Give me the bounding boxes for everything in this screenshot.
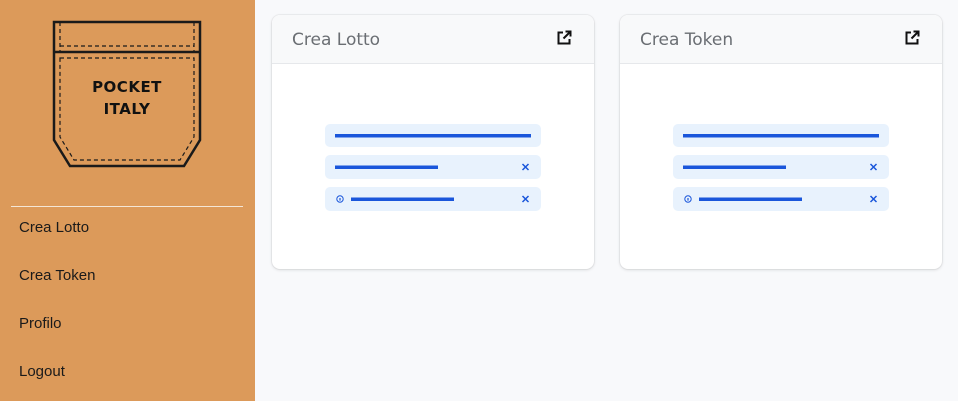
logo-line-2: ITALY [103,100,151,118]
sidebar-item-logout[interactable]: Logout [19,363,65,380]
logo-text: POCKET ITALY [52,76,202,120]
card-header: Crea Token [620,15,942,64]
external-link-icon[interactable] [556,30,572,46]
logo-line-1: POCKET [92,78,162,96]
card-crea-lotto: Crea Lotto [272,15,594,269]
sidebar-item-crea-token[interactable]: Crea Token [19,267,95,284]
external-link-icon[interactable] [904,30,920,46]
pocket-italy-logo: POCKET ITALY [52,20,202,170]
list-placeholder-illustration [673,124,889,211]
card-crea-token: Crea Token [620,15,942,269]
sidebar-item-profilo[interactable]: Profilo [19,315,62,332]
list-placeholder-illustration [325,124,541,211]
card-header: Crea Lotto [272,15,594,64]
sidebar-item-crea-lotto[interactable]: Crea Lotto [19,219,89,236]
card-title: Crea Lotto [292,30,381,50]
card-title: Crea Token [640,30,734,50]
sidebar: POCKET ITALY Crea Lotto Crea Token Profi… [0,0,255,401]
sidebar-divider [11,206,243,207]
